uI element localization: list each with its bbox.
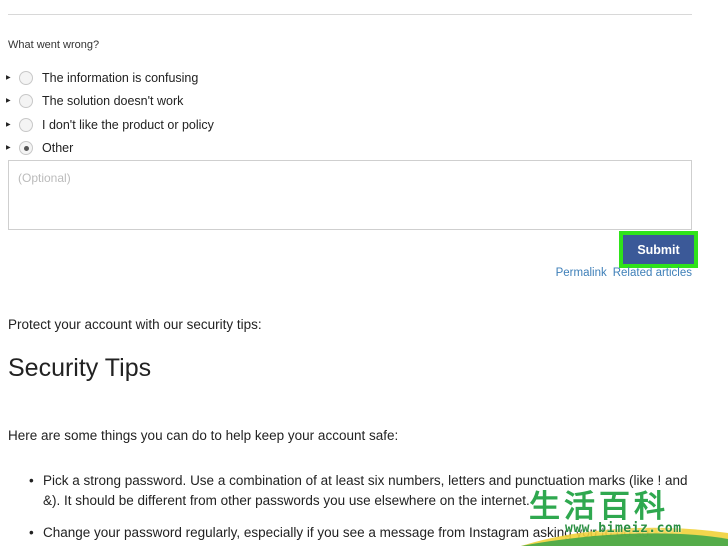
article-lead: Here are some things you can do to help … [8, 428, 399, 443]
option-confusing[interactable]: ▶ The information is confusing [6, 66, 214, 90]
security-tips-list: • Pick a strong password. Use a combinat… [24, 471, 700, 546]
list-bullet: • [29, 525, 34, 540]
bullet-icon: ▶ [6, 98, 11, 105]
article-intro: Protect your account with our security t… [8, 317, 262, 332]
list-item: • Pick a strong password. Use a combinat… [24, 471, 700, 511]
tip-text: Change your password regularly, especial… [43, 525, 653, 540]
option-dislike-policy[interactable]: ▶ I don't like the product or policy [6, 113, 214, 137]
top-divider [8, 14, 692, 15]
permalink-link[interactable]: Permalink [556, 267, 607, 279]
article-links: Permalink Related articles [556, 267, 692, 279]
option-doesnt-work[interactable]: ▶ The solution doesn't work [6, 90, 214, 114]
related-articles-link[interactable]: Related articles [613, 267, 692, 279]
option-other[interactable]: ▶ Other [6, 137, 214, 161]
bullet-icon: ▶ [6, 74, 11, 81]
radio-button[interactable] [19, 70, 33, 85]
list-bullet: • [29, 473, 34, 488]
tip-text: Pick a strong password. Use a combinatio… [43, 473, 688, 508]
option-label: Other [42, 141, 74, 156]
option-label: The information is confusing [42, 70, 199, 85]
feedback-question: What went wrong? [8, 39, 100, 51]
feedback-options: ▶ The information is confusing ▶ The sol… [6, 66, 214, 160]
page-heading: Security Tips [8, 354, 152, 382]
submit-highlight: Submit [619, 231, 698, 268]
list-item: • Change your password regularly, especi… [24, 523, 700, 543]
radio-button-selected[interactable] [19, 141, 33, 156]
radio-selected-dot [23, 145, 29, 151]
bullet-icon: ▶ [6, 145, 11, 152]
radio-button[interactable] [19, 117, 33, 132]
submit-button[interactable]: Submit [623, 235, 694, 264]
radio-button[interactable] [19, 94, 33, 109]
option-label: I don't like the product or policy [42, 117, 214, 132]
comment-textarea[interactable] [8, 160, 692, 230]
option-label: The solution doesn't work [42, 94, 184, 109]
bullet-icon: ▶ [6, 121, 11, 128]
